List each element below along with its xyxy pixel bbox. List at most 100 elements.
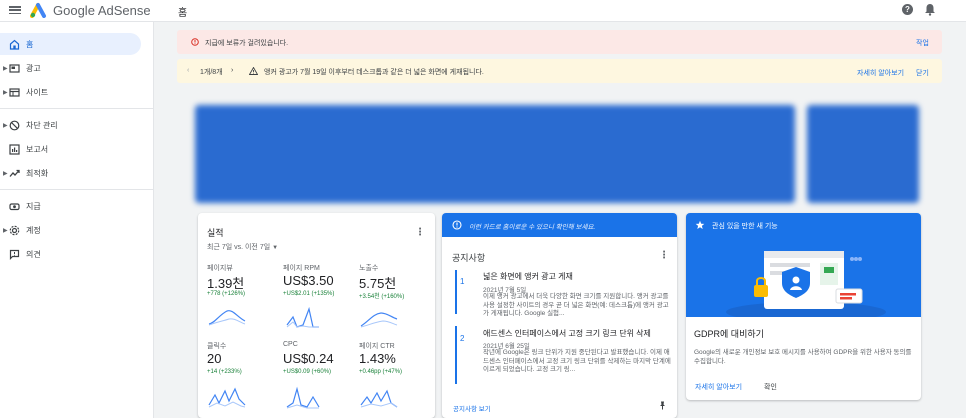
metric-impressions[interactable]: 노출수 5.75천 +3.54천 (+160%) [359, 263, 433, 333]
help-icon[interactable]: ? [902, 4, 913, 15]
metric-value: 20 [207, 351, 222, 366]
alert-message: 지급에 보류가 걸려있습니다. [205, 40, 289, 47]
blurred-ad-main [195, 105, 795, 203]
blurred-ad-side [807, 105, 919, 203]
reports-icon [9, 143, 20, 155]
sidebar-item-label: 의견 [26, 249, 41, 259]
sidebar-item-sites[interactable]: ▶ 사이트 [0, 81, 154, 103]
notice-item-body: 작년에 Google은 링크 단위가 지원 중단된다고 발표했습니다. 이제 애… [483, 349, 671, 373]
home-icon [9, 39, 20, 50]
sidebar-item-label: 최적화 [26, 168, 49, 178]
metric-cpc[interactable]: CPC US$0.24 +US$0.09 (+60%) [283, 341, 357, 411]
sidebar-item-reports[interactable]: 보고서 [0, 138, 154, 160]
notices-title: 공지사항 [452, 253, 486, 263]
feature-title: GDPR에 대비하기 [694, 329, 764, 339]
expand-caret-icon: ▶ [3, 65, 8, 72]
expand-caret-icon: ▶ [3, 122, 8, 129]
sidebar-item-ads[interactable]: ▶ 광고 [0, 57, 154, 79]
expand-caret-icon: ▶ [3, 89, 8, 96]
sidebar-item-label: 차단 관리 [26, 120, 58, 130]
new-feature-card: 관심 있을 만한 새 기능 GDPR에 대비하기 Google의 새로운 개인정… [686, 213, 921, 400]
prev-notice-chevron-icon[interactable]: ‹ [187, 67, 189, 74]
blurred-ad-preview [193, 101, 925, 207]
notice-item-title[interactable]: 애드센스 인터페이스에서 고정 크기 링크 단위 삭제 [483, 328, 651, 339]
notice-header-text: 이런 카드로 홈이로운 수 있으니 확인해 보세요. [469, 224, 596, 231]
feature-card-header: 관심 있을 만한 새 기능 [686, 213, 921, 237]
sidebar-item-label: 홈 [26, 39, 34, 49]
notice-message: 앵커 광고가 7월 19일 이후부터 데스크톱과 같은 더 넓은 화면에 게재됩… [264, 69, 484, 76]
star-icon [695, 220, 705, 229]
metric-value: US$3.50 [283, 273, 334, 288]
notice-marker [455, 326, 457, 384]
metric-label: 페이지 RPM [283, 265, 320, 272]
pin-icon[interactable] [658, 401, 667, 410]
block-icon [9, 120, 20, 131]
sidebar-item-home[interactable]: 홈 [0, 33, 141, 55]
notice-number: 1 [460, 277, 465, 286]
view-notices-link[interactable]: 공지사항 보기 [453, 403, 491, 413]
notice-pager: 1개/8개 [200, 69, 223, 76]
feature-learn-more-link[interactable]: 자세히 알아보기 [695, 382, 742, 392]
metric-value: 1.43% [359, 351, 396, 366]
sparkline [286, 306, 319, 328]
sidebar-item-payments[interactable]: 지급 [0, 195, 154, 217]
more-vert-icon[interactable]: ⋮ [415, 227, 425, 238]
expand-caret-icon: ▶ [3, 227, 8, 234]
feedback-icon [9, 249, 20, 260]
adsense-logo-icon [30, 3, 46, 18]
feature-confirm-button[interactable]: 확인 [764, 382, 777, 392]
next-notice-chevron-icon[interactable]: › [231, 67, 233, 74]
sidebar-item-label: 계정 [26, 225, 41, 235]
info-icon [452, 220, 462, 230]
metric-pageviews[interactable]: 페이지뷰 1.39천 +778 (+126%) [207, 263, 281, 333]
sites-icon [9, 87, 20, 98]
sidebar-divider [0, 189, 153, 190]
sidebar-item-optimize[interactable]: ▶ 최적화 [0, 162, 154, 184]
notice-learn-more-link[interactable]: 자세히 알아보기 [857, 68, 904, 78]
metric-clicks[interactable]: 클릭수 20 +14 (+233%) [207, 341, 281, 411]
sidebar-item-label: 사이트 [26, 87, 49, 97]
metric-page-ctr[interactable]: 페이지 CTR 1.43% +0.46pp (+47%) [359, 341, 433, 411]
sidebar-item-account[interactable]: ▶ 계정 [0, 219, 154, 241]
notification-bell-icon[interactable] [924, 3, 936, 16]
notice-item-title[interactable]: 넓은 화면에 앵커 광고 게재 [483, 271, 573, 282]
metric-label: 페이지 CTR [359, 343, 395, 350]
sparkline [208, 310, 246, 326]
metric-value: US$0.24 [283, 351, 334, 366]
metric-change: +US$2.01 (+135%) [283, 291, 335, 297]
feature-description: Google의 새로운 개인정보 보호 메시지를 사용하여 GDPR을 위한 사… [694, 349, 912, 365]
warning-icon [249, 67, 258, 75]
sidebar-item-label: 보고서 [26, 144, 49, 154]
performance-title: 실적 [207, 228, 224, 238]
sparkline [360, 312, 398, 328]
notice-marker [455, 270, 457, 314]
metric-change: +3.54천 (+160%) [359, 294, 405, 300]
sparkline [360, 389, 398, 408]
app-name: Google AdSense [53, 3, 151, 18]
metric-value: 1.39천 [207, 276, 245, 291]
optimize-icon [9, 168, 20, 179]
date-range-selector[interactable]: 최근 7일 vs. 이전 7일 ▼ [207, 242, 278, 252]
account-icon [9, 225, 20, 236]
sparkline [208, 387, 246, 408]
alert-action-button[interactable]: 작업 [916, 38, 929, 48]
sidebar-item-blocking[interactable]: ▶ 차단 관리 [0, 114, 154, 136]
more-vert-icon[interactable]: ⋮ [659, 250, 669, 261]
metric-change: +0.46pp (+47%) [359, 369, 403, 375]
top-app-bar: Google AdSense 홈 ? [0, 0, 966, 22]
metric-label: 노출수 [359, 265, 379, 272]
metric-page-rpm[interactable]: 페이지 RPM US$3.50 +US$2.01 (+135%) [283, 263, 357, 333]
menu-icon[interactable] [9, 4, 21, 16]
sidebar-item-feedback[interactable]: 의견 [0, 243, 154, 265]
metric-label: 페이지뷰 [207, 265, 233, 272]
gdpr-illustration [686, 237, 921, 317]
sidebar-nav: 홈 ▶ 광고 ▶ 사이트 ▶ 차단 관리 보고서 ▶ 최적화 지급 ▶ 계정 의… [0, 22, 154, 418]
notices-card: 이런 카드로 홈이로운 수 있으니 확인해 보세요. 공지사항 ⋮ 1 넓은 화… [442, 213, 677, 418]
sidebar-item-label: 광고 [26, 63, 41, 73]
metric-change: +14 (+233%) [207, 369, 242, 375]
notice-banner: ‹ 1개/8개 › 앵커 광고가 7월 19일 이후부터 데스크톱과 같은 더 … [177, 59, 942, 83]
notice-close-button[interactable]: 닫기 [916, 68, 929, 78]
feature-header-text: 관심 있을 만한 새 기능 [712, 223, 778, 230]
expand-caret-icon: ▶ [3, 170, 8, 177]
payments-icon [9, 201, 20, 212]
